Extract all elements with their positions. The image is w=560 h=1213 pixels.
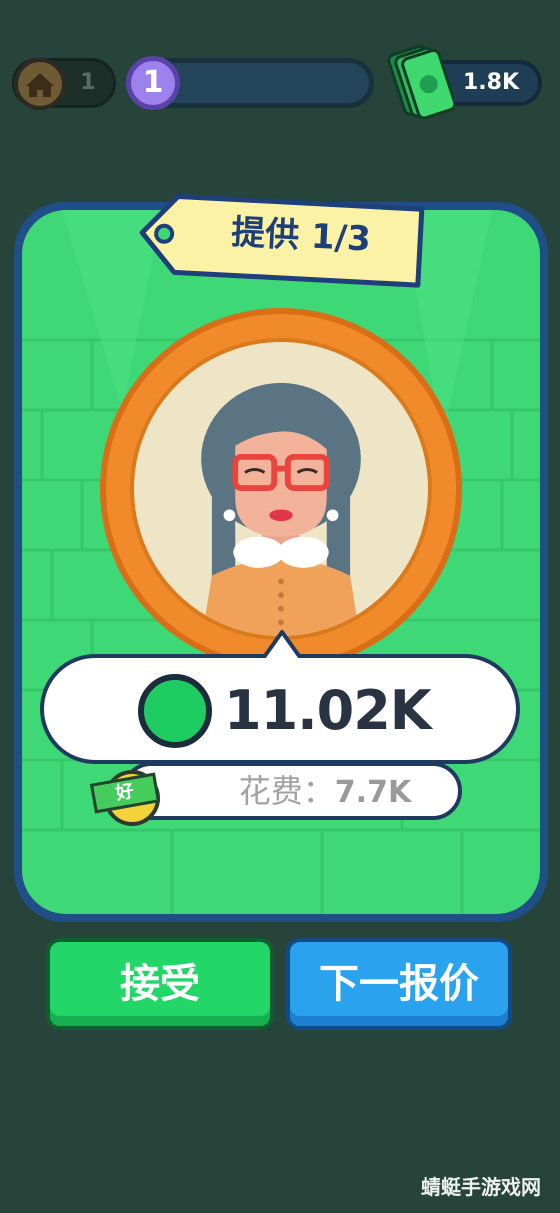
offer-bubble-pointer xyxy=(260,630,304,662)
accept-button[interactable]: 接受 xyxy=(46,938,274,1030)
home-icon xyxy=(26,73,54,97)
next-offer-button[interactable]: 下一报价 xyxy=(286,938,512,1030)
home-button[interactable] xyxy=(14,58,66,110)
grandma-customer-image xyxy=(201,382,361,636)
cost-line: 花费：7.7K xyxy=(200,766,450,816)
level-badge: 1 xyxy=(126,56,180,110)
offer-value: 11.02K xyxy=(224,679,432,742)
coin-icon xyxy=(138,674,212,748)
offer-tag-label: 提供 1/3 xyxy=(230,212,372,260)
cost-value: 7.7K xyxy=(334,775,412,810)
cost-label: 花费： xyxy=(238,772,335,810)
home-count: 1 xyxy=(80,70,96,95)
customer-portrait xyxy=(130,338,432,640)
watermark: 蜻蜓手游戏网 xyxy=(421,1175,541,1199)
cash-stack-icon xyxy=(387,44,454,120)
